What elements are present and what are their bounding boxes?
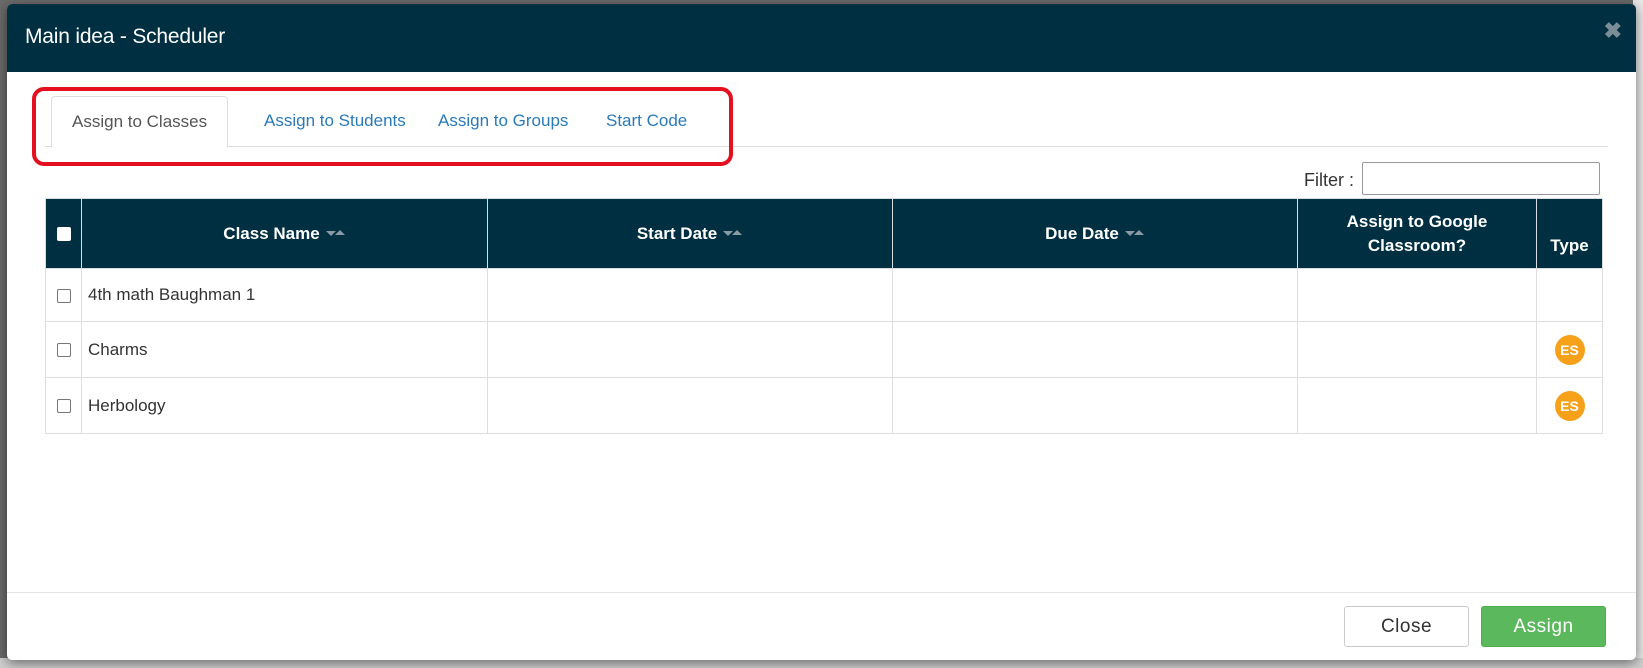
close-button[interactable]: Close (1344, 606, 1469, 647)
type-badge: ES (1554, 390, 1585, 421)
scheduler-modal: Main idea - Scheduler ✖ Assign to Classe… (7, 4, 1636, 660)
start-date-cell[interactable] (487, 321, 893, 378)
class-name-cell: Herbology (81, 377, 488, 434)
class-name-cell: 4th math Baughman 1 (81, 268, 488, 322)
close-icon[interactable]: ✖ (1604, 20, 1622, 42)
tab-assign-to-classes[interactable]: Assign to Classes (51, 96, 229, 148)
filter-label: Filter : (1304, 170, 1355, 190)
table-row: Herbology ES (45, 377, 1603, 434)
start-date-cell[interactable] (487, 377, 893, 434)
column-header-google-classroom: Assign to Google Classroom? (1297, 198, 1537, 269)
type-cell: ES (1536, 377, 1603, 434)
column-label: Assign to Google Classroom? (1346, 211, 1488, 255)
type-cell (1536, 268, 1603, 322)
column-header-type: Type (1536, 198, 1603, 269)
modal-title: Main idea - Scheduler (25, 25, 226, 48)
select-all-cell (45, 198, 82, 269)
google-classroom-cell (1297, 268, 1537, 322)
column-label: Due Date (1045, 223, 1119, 243)
column-header-class-name[interactable]: Class Name (81, 198, 488, 269)
due-date-cell[interactable] (892, 268, 1298, 322)
table-row: Charms ES (45, 321, 1603, 378)
column-label: Class Name (223, 223, 320, 243)
sort-icon[interactable] (325, 229, 346, 239)
sort-icon[interactable] (1124, 229, 1145, 239)
google-classroom-cell (1297, 321, 1537, 378)
column-header-start-date[interactable]: Start Date (487, 198, 893, 269)
row-checkbox[interactable] (56, 343, 71, 358)
select-all-checkbox[interactable] (56, 227, 71, 242)
row-select-cell (45, 268, 82, 322)
due-date-cell[interactable] (892, 321, 1298, 378)
classes-table: Class Name Start Date Due Date Assign to… (45, 198, 1603, 434)
class-name-cell: Charms (81, 321, 488, 378)
footer-divider (7, 592, 1636, 593)
table-header-row: Class Name Start Date Due Date Assign to… (45, 198, 1603, 269)
due-date-cell[interactable] (892, 377, 1298, 434)
row-checkbox[interactable] (56, 399, 71, 414)
tab-bar: Assign to Classes Assign to Students Ass… (45, 96, 1608, 148)
google-classroom-cell (1297, 377, 1537, 434)
assign-button[interactable]: Assign (1481, 606, 1606, 647)
filter-input[interactable] (1362, 162, 1600, 195)
type-cell: ES (1536, 321, 1603, 378)
start-date-cell[interactable] (487, 268, 893, 322)
row-select-cell (45, 321, 82, 378)
tab-start-code[interactable]: Start Code (586, 96, 707, 147)
table-row: 4th math Baughman 1 (45, 268, 1603, 322)
sort-icon[interactable] (723, 229, 743, 239)
column-header-due-date[interactable]: Due Date (892, 198, 1298, 269)
tab-assign-to-students[interactable]: Assign to Students (244, 96, 426, 147)
column-label: Type (1550, 236, 1589, 255)
column-label: Start Date (636, 223, 718, 243)
tab-assign-to-groups[interactable]: Assign to Groups (418, 96, 588, 147)
type-badge: ES (1554, 334, 1585, 365)
row-select-cell (45, 377, 82, 434)
modal-header: Main idea - Scheduler ✖ (7, 4, 1636, 72)
row-checkbox[interactable] (56, 288, 71, 303)
